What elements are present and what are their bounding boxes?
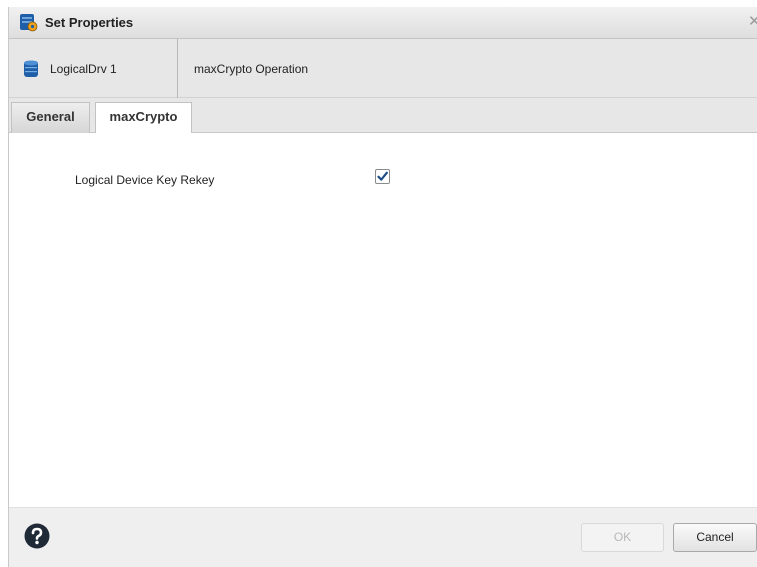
dialog-title: Set Properties	[45, 15, 134, 30]
tab-bar: General maxCrypto	[9, 98, 757, 134]
set-properties-dialog: Set Properties ✕ LogicalDrv 1 maxCrypto …	[8, 7, 757, 567]
tab-general[interactable]: General	[11, 102, 90, 133]
key-rekey-checkbox[interactable]	[375, 169, 390, 184]
checkmark-icon	[377, 171, 388, 181]
help-icon[interactable]	[24, 523, 50, 549]
key-rekey-label: Logical Device Key Rekey	[75, 173, 215, 187]
dialog-footer: OK Cancel	[9, 507, 757, 567]
cancel-button[interactable]: Cancel	[673, 523, 757, 552]
device-name: LogicalDrv 1	[50, 62, 117, 76]
operation-label: maxCrypto Operation	[194, 62, 309, 76]
close-icon[interactable]: ✕	[748, 14, 757, 30]
tab-maxcrypto[interactable]: maxCrypto	[95, 102, 192, 134]
ok-button[interactable]: OK	[581, 523, 664, 552]
tab-content: Logical Device Key Rekey	[9, 133, 757, 507]
properties-gear-icon	[20, 14, 38, 32]
device-cell: LogicalDrv 1	[9, 39, 178, 98]
device-header: LogicalDrv 1 maxCrypto Operation	[9, 39, 757, 98]
dialog-titlebar: Set Properties ✕	[9, 7, 757, 39]
database-icon	[24, 60, 38, 78]
